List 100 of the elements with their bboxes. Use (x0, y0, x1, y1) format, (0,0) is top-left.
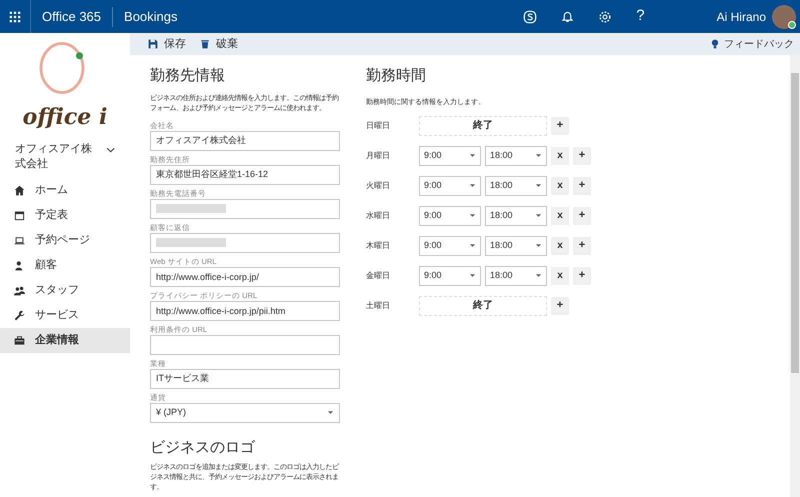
input-field[interactable]: ITサービス業 (150, 368, 340, 388)
input-field[interactable]: オフィスアイ株式会社 (150, 130, 340, 150)
nav-item[interactable]: ホーム (0, 178, 130, 203)
day-label: 水曜日 (366, 210, 391, 222)
briefcase-icon (14, 335, 25, 346)
section-title: ビジネスのロゴ (150, 438, 256, 458)
time-dropdown[interactable]: 18:00 (485, 266, 547, 286)
avatar[interactable] (772, 4, 796, 28)
day-label: 日曜日 (366, 120, 391, 132)
input-field[interactable]: 東京都世田谷区経堂1-16-12 (150, 164, 340, 184)
time-dropdown[interactable]: 18:00 (485, 236, 547, 256)
day-label: 木曜日 (366, 240, 391, 252)
feedback-button[interactable]: フィードバック (710, 36, 794, 52)
currency-dropdown[interactable]: ¥ (JPY) (150, 402, 340, 422)
scrollbar[interactable] (790, 55, 800, 497)
time-dropdown[interactable]: 9:00 (419, 236, 481, 256)
home-icon (14, 185, 25, 196)
caret-icon (535, 212, 542, 219)
add-button[interactable]: + (573, 146, 591, 164)
add-button[interactable]: + (573, 176, 591, 194)
caret-icon (469, 242, 476, 249)
scrollbar-thumb[interactable] (791, 73, 799, 373)
wrench-icon (14, 310, 25, 321)
lightbulb-icon (710, 39, 720, 49)
skype-icon[interactable] (523, 10, 538, 24)
remove-button[interactable]: x (551, 176, 569, 194)
time-dropdown[interactable]: 18:00 (485, 176, 547, 196)
laptop-icon (14, 235, 25, 246)
dropdown-value: 18:00 (490, 208, 514, 222)
time-dropdown[interactable]: 9:00 (419, 266, 481, 286)
nav-item[interactable]: 予定表 (0, 203, 130, 228)
caret-icon (469, 212, 476, 219)
section-title: 勤務先情報 (150, 66, 226, 86)
time-dropdown[interactable]: 18:00 (485, 146, 547, 166)
input-field[interactable] (150, 232, 340, 252)
nav-item[interactable]: 顧客 (0, 253, 130, 278)
remove-button[interactable]: x (551, 146, 569, 164)
save-icon (148, 39, 158, 49)
input-field[interactable]: http://www.office-i-corp.jp/ (150, 266, 340, 286)
dropdown-value: 9:00 (424, 178, 443, 192)
nav-item[interactable]: サービス (0, 303, 130, 328)
trash-icon (200, 39, 210, 49)
closed-slot[interactable]: 終了 (419, 116, 547, 136)
caret-icon (535, 182, 542, 189)
dropdown-value: 9:00 (424, 148, 443, 162)
caret-icon (535, 272, 542, 279)
user-name[interactable]: Ai Hirano (716, 8, 766, 26)
add-button[interactable]: + (573, 206, 591, 224)
input-field[interactable]: http://www.office-i-corp.jp/pii.htm (150, 300, 340, 320)
app-launcher-icon[interactable] (9, 10, 21, 22)
time-dropdown[interactable]: 18:00 (485, 206, 547, 226)
calendar-icon (14, 210, 25, 221)
dropdown-value: 18:00 (490, 148, 514, 162)
remove-button[interactable]: x (551, 266, 569, 284)
nav-item[interactable]: 企業情報 (0, 328, 130, 353)
discard-button[interactable]: 破棄 (200, 33, 238, 55)
day-label: 土曜日 (366, 300, 391, 312)
day-label: 火曜日 (366, 180, 391, 192)
business-name[interactable]: オフィスアイ株式会社 (15, 142, 100, 172)
add-button[interactable]: + (573, 266, 591, 284)
day-label: 金曜日 (366, 270, 391, 282)
help-button[interactable]: ? (636, 5, 645, 28)
input-field[interactable] (150, 198, 340, 218)
dropdown-value: 18:00 (490, 238, 514, 252)
remove-button[interactable]: x (551, 206, 569, 224)
dropdown-value: 9:00 (424, 268, 443, 282)
remove-button[interactable]: x (551, 236, 569, 254)
redacted-block (156, 238, 226, 247)
section-title: 勤務時間 (366, 66, 427, 86)
bell-icon[interactable] (561, 10, 574, 23)
time-dropdown[interactable]: 9:00 (419, 206, 481, 226)
input-field[interactable] (150, 334, 340, 354)
dropdown-value: 9:00 (424, 208, 443, 222)
add-button[interactable]: + (573, 236, 591, 254)
dropdown-value: 18:00 (490, 178, 514, 192)
dropdown-value: 18:00 (490, 268, 514, 282)
day-label: 月曜日 (366, 150, 391, 162)
nav-item[interactable]: スタッフ (0, 278, 130, 303)
add-button[interactable]: + (551, 296, 569, 314)
add-button[interactable]: + (551, 116, 569, 134)
caret-icon (469, 272, 476, 279)
save-button[interactable]: 保存 (148, 33, 186, 55)
dropdown-value: 9:00 (424, 238, 443, 252)
presence-icon (788, 20, 796, 28)
time-dropdown[interactable]: 9:00 (419, 176, 481, 196)
logo-text: office i (22, 106, 108, 128)
nav-item[interactable]: 予約ページ (0, 228, 130, 253)
chevron-down-icon[interactable] (106, 145, 115, 155)
caret-icon (469, 152, 476, 159)
people-icon (14, 285, 25, 296)
closed-slot[interactable]: 終了 (419, 296, 547, 316)
dropdown-value: ¥ (JPY) (156, 406, 188, 419)
app-title[interactable]: Bookings (113, 6, 189, 26)
caret-icon (535, 152, 542, 159)
person-icon (14, 260, 25, 271)
caret-icon (535, 242, 542, 249)
caret-icon (469, 182, 476, 189)
settings-icon[interactable] (598, 10, 612, 24)
time-dropdown[interactable]: 9:00 (419, 146, 481, 166)
suite-title[interactable]: Office 365 (31, 6, 112, 26)
